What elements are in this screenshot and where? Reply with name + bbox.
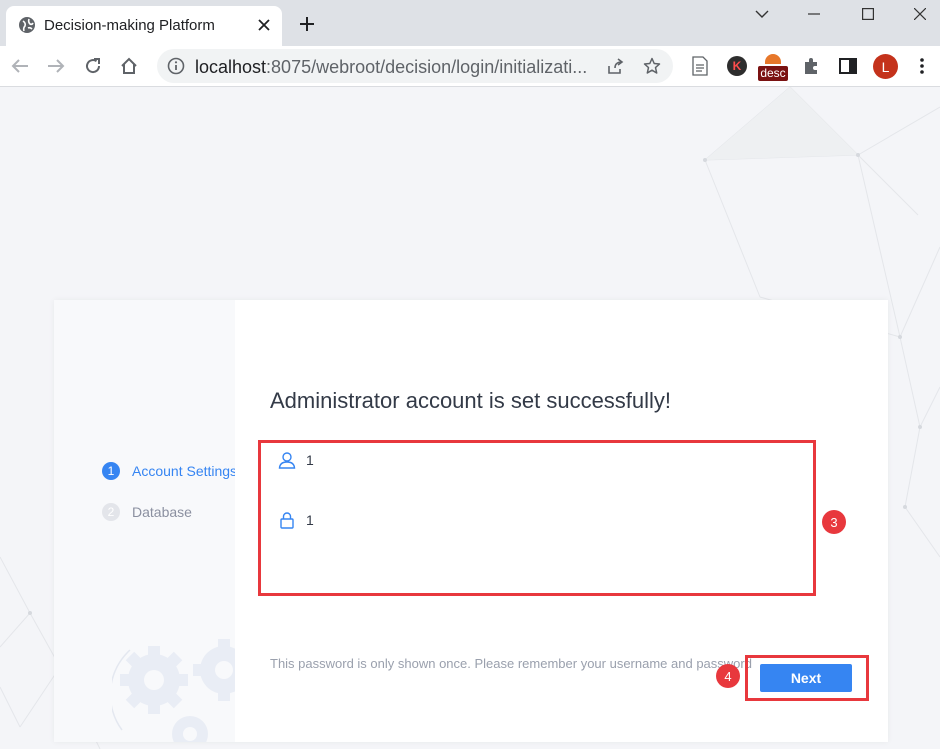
step-account-settings[interactable]: 1 Account Settings (102, 460, 235, 482)
reload-icon[interactable] (81, 54, 105, 78)
url-text: localhost:8075/webroot/decision/login/in… (195, 57, 587, 78)
maximize-icon[interactable] (842, 0, 894, 28)
new-tab-button[interactable] (296, 13, 318, 35)
annotation-box-credentials (258, 440, 816, 596)
document-extension-icon[interactable] (688, 54, 712, 78)
step-label: Database (132, 504, 192, 520)
k-extension-icon[interactable]: K (725, 54, 749, 78)
profile-avatar[interactable]: L (873, 54, 898, 79)
desc-extension-icon[interactable]: desc (757, 54, 789, 82)
kebab-menu-icon[interactable] (910, 54, 934, 78)
desc-extension-label: desc (758, 66, 788, 81)
puzzle-extensions-icon[interactable] (799, 54, 823, 78)
annotation-badge-3: 3 (822, 510, 846, 534)
globe-icon (19, 17, 35, 33)
page-title: Administrator account is set successfull… (270, 388, 672, 413)
browser-tab[interactable]: Decision-making Platform (6, 6, 282, 46)
tab-title: Decision-making Platform (44, 17, 215, 34)
back-arrow-icon[interactable] (8, 54, 32, 78)
tab-search-icon[interactable] (736, 0, 788, 28)
share-icon[interactable] (605, 56, 625, 76)
close-window-icon[interactable] (894, 0, 940, 28)
password-hint: This password is only shown once. Please… (270, 656, 752, 671)
url-host: localhost (195, 57, 267, 77)
page-background: 1 Account Settings 2 Database Administra… (0, 87, 940, 749)
step-number: 1 (102, 462, 120, 480)
step-number: 2 (102, 503, 120, 521)
annotation-badge-4: 4 (716, 664, 740, 688)
url-path: :8075/webroot/decision/login/initializat… (266, 57, 588, 77)
side-panel-icon[interactable] (836, 54, 860, 78)
bookmark-star-icon[interactable] (642, 56, 662, 76)
browser-tab-strip: Decision-making Platform (0, 0, 940, 46)
gears-decoration-icon (112, 639, 235, 742)
forward-arrow-icon[interactable] (44, 54, 68, 78)
info-icon[interactable] (167, 57, 185, 75)
setup-steps-sidebar: 1 Account Settings 2 Database (54, 300, 235, 742)
step-label: Account Settings (132, 463, 235, 479)
address-bar[interactable]: localhost:8075/webroot/decision/login/in… (157, 49, 673, 83)
annotation-box-next (745, 655, 869, 701)
home-icon[interactable] (117, 54, 141, 78)
step-database[interactable]: 2 Database (102, 501, 192, 523)
minimize-icon[interactable] (788, 0, 840, 28)
close-tab-icon[interactable] (254, 15, 274, 35)
